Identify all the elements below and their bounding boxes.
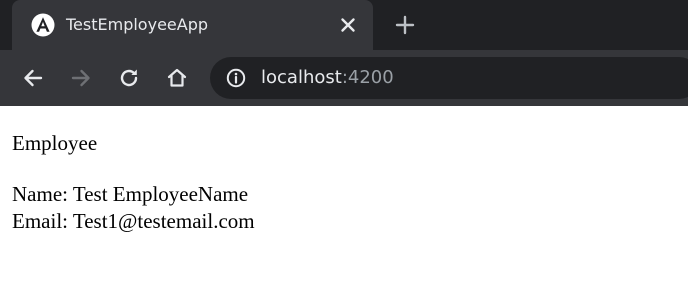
url-host: localhost xyxy=(261,67,342,88)
arrow-right-icon[interactable] xyxy=(69,66,93,90)
browser-tab-active[interactable]: TestEmployeeApp xyxy=(12,0,373,50)
tab-title: TestEmployeeApp xyxy=(66,15,209,34)
address-bar[interactable]: localhost:4200 xyxy=(210,57,688,99)
plus-icon[interactable] xyxy=(393,13,417,37)
page-title: Employee xyxy=(12,131,98,155)
angular-logo-icon xyxy=(31,13,55,37)
employee-email: Email: Test1@testemail.com xyxy=(12,209,255,233)
page-content: Employee Name: Test EmployeeName Email: … xyxy=(0,106,688,306)
url-port: :4200 xyxy=(341,67,394,88)
info-icon[interactable] xyxy=(226,68,246,88)
employee-name: Name: Test EmployeeName xyxy=(12,182,249,206)
arrow-left-icon[interactable] xyxy=(21,66,45,90)
address-bar-url[interactable]: localhost:4200 xyxy=(261,66,394,90)
reload-icon[interactable] xyxy=(117,66,141,90)
home-icon[interactable] xyxy=(165,66,189,90)
browser-toolbar: localhost:4200 xyxy=(0,50,688,106)
close-icon[interactable] xyxy=(338,15,358,35)
tab-strip: TestEmployeeApp xyxy=(0,0,688,50)
